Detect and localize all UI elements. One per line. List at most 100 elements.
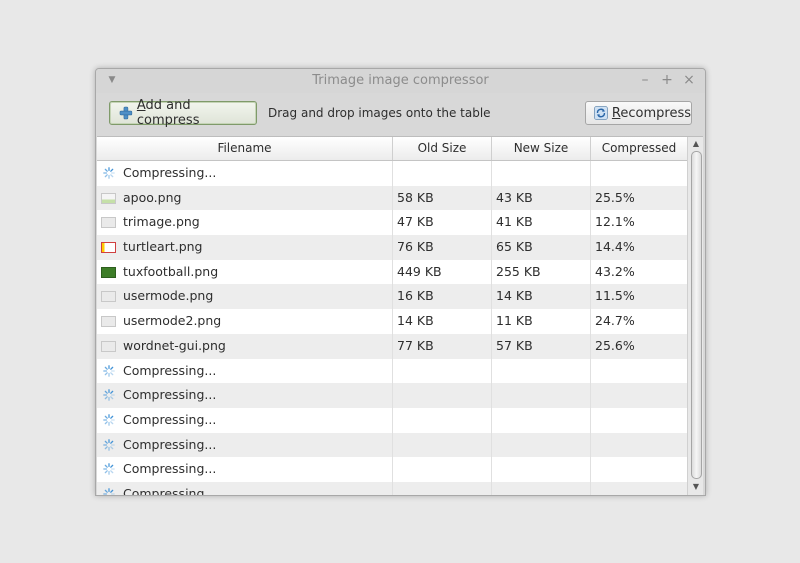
- filename-text: Compressing...: [123, 411, 217, 427]
- spinner-icon: [103, 389, 115, 402]
- image-thumbnail-icon: [101, 266, 116, 278]
- cell-filename: turtleart.png: [97, 235, 393, 260]
- cell-compressed: 25.5%: [595, 189, 635, 205]
- table-row[interactable]: Compressing...: [97, 432, 687, 458]
- filename-text: usermode2.png: [123, 313, 222, 329]
- column-header-compressed[interactable]: Compressed: [591, 137, 687, 160]
- cell-old-size: [393, 383, 492, 408]
- recompress-button-label: Recompress: [611, 105, 691, 121]
- filename-text: tuxfootball.png: [123, 263, 219, 279]
- image-thumbnail-icon: [101, 340, 116, 352]
- table-row[interactable]: trimage.png 47 KB 41 KB 12.1%: [97, 210, 687, 236]
- cell-filename: apoo.png: [97, 185, 393, 211]
- cell-old-size: [393, 432, 492, 458]
- table-row[interactable]: Compressing...: [97, 481, 687, 495]
- table-row[interactable]: wordnet-gui.png 77 KB 57 KB 25.6%: [97, 333, 687, 359]
- scroll-up-icon[interactable]: ▲: [688, 137, 703, 151]
- scrollbar-thumb[interactable]: [691, 151, 702, 479]
- close-icon[interactable]: ×: [681, 72, 697, 88]
- cell-compressed: 25.6%: [595, 337, 635, 353]
- cell-compressed: 11.5%: [595, 288, 635, 304]
- cell-filename: Compressing...: [97, 161, 393, 186]
- scroll-down-icon[interactable]: ▼: [688, 480, 703, 494]
- cell-filename: trimage.png: [97, 210, 393, 236]
- cell-old-size: [393, 481, 492, 495]
- maximize-icon[interactable]: +: [659, 72, 675, 88]
- cell-new-size: [492, 432, 591, 458]
- image-thumbnail-icon: [101, 217, 116, 229]
- cell-new-size: 65 KB: [492, 235, 591, 260]
- cell-filename: Compressing...: [97, 457, 393, 482]
- cell-filename: Compressing...: [97, 481, 393, 495]
- cell-new-size: 11 KB: [492, 309, 591, 334]
- recompress-button[interactable]: Recompress: [585, 101, 692, 125]
- spinner-icon: [103, 414, 115, 426]
- cell-old-size: [393, 457, 492, 482]
- cell-old-size: 449 KB: [393, 259, 492, 285]
- cell-compressed: 24.7%: [595, 313, 635, 329]
- filename-text: turtleart.png: [123, 239, 203, 255]
- table-row[interactable]: apoo.png 58 KB 43 KB 25.5%: [97, 185, 687, 211]
- cell-new-size: [492, 358, 591, 384]
- table-row[interactable]: usermode.png 16 KB 14 KB 11.5%: [97, 284, 687, 310]
- cell-filename: wordnet-gui.png: [97, 333, 393, 359]
- cell-filename: usermode2.png: [97, 309, 393, 334]
- cell-old-size: 14 KB: [393, 309, 492, 334]
- column-header-new-size[interactable]: New Size: [492, 137, 591, 160]
- filename-text: wordnet-gui.png: [123, 337, 226, 353]
- filename-text: trimage.png: [123, 214, 200, 230]
- cell-filename: Compressing...: [97, 407, 393, 433]
- filename-text: usermode.png: [123, 288, 214, 304]
- app-window: ▼ Trimage image compressor – + × Add and…: [95, 68, 706, 496]
- cell-new-size: [492, 161, 591, 186]
- cell-compressed: 14.4%: [595, 239, 635, 255]
- spinner-icon: [103, 364, 115, 377]
- minimize-icon[interactable]: –: [637, 72, 653, 88]
- table-row[interactable]: Compressing...: [97, 457, 687, 482]
- table-row[interactable]: Compressing...: [97, 358, 687, 384]
- cell-compressed: 43.2%: [595, 263, 635, 279]
- cell-new-size: 255 KB: [492, 259, 591, 285]
- cell-filename: usermode.png: [97, 284, 393, 310]
- table-row[interactable]: Compressing...: [97, 383, 687, 408]
- cell-old-size: 76 KB: [393, 235, 492, 260]
- cell-new-size: [492, 481, 591, 495]
- cell-new-size: [492, 383, 591, 408]
- filename-text: apoo.png: [123, 189, 182, 205]
- table-row[interactable]: turtleart.png 76 KB 65 KB 14.4%: [97, 235, 687, 260]
- filename-text: Compressing...: [123, 436, 217, 452]
- table-row[interactable]: Compressing...: [97, 407, 687, 433]
- cell-compressed: [591, 359, 687, 384]
- cell-filename: Compressing...: [97, 432, 393, 458]
- drag-drop-hint: Drag and drop images onto the table: [268, 106, 491, 120]
- image-table[interactable]: Filename Old Size New Size Compressed Co…: [97, 136, 703, 495]
- column-header-old-size[interactable]: Old Size: [393, 137, 492, 160]
- add-button-label: Add and compress: [136, 98, 200, 128]
- cell-old-size: [393, 161, 492, 186]
- add-and-compress-button[interactable]: Add and compress: [109, 98, 257, 128]
- cell-filename: Compressing...: [97, 383, 393, 408]
- table-row[interactable]: Compressing...: [97, 161, 687, 186]
- image-thumbnail-icon: [101, 316, 116, 328]
- cell-new-size: 14 KB: [492, 284, 591, 310]
- title-bar: ▼ Trimage image compressor – + ×: [96, 69, 705, 93]
- cell-filename: Compressing...: [97, 358, 393, 384]
- cell-filename: tuxfootball.png: [97, 259, 393, 285]
- cell-compressed: [591, 482, 687, 495]
- spinner-icon: [103, 438, 115, 451]
- cell-new-size: 57 KB: [492, 333, 591, 359]
- cell-old-size: 77 KB: [393, 333, 492, 359]
- window-title: Trimage image compressor: [312, 73, 489, 88]
- cell-old-size: 47 KB: [393, 210, 492, 236]
- spinner-icon: [103, 488, 115, 495]
- filename-text: Compressing...: [123, 387, 217, 403]
- table-row[interactable]: tuxfootball.png 449 KB 255 KB 43.2%: [97, 259, 687, 285]
- cell-compressed: [591, 161, 687, 186]
- column-header-filename[interactable]: Filename: [97, 137, 393, 160]
- cell-new-size: [492, 457, 591, 482]
- vertical-scrollbar[interactable]: ▲ ▼: [687, 137, 703, 495]
- table-row[interactable]: usermode2.png 14 KB 11 KB 24.7%: [97, 309, 687, 334]
- table-body: Compressing... apoo.png 58 KB 43 KB 25.5% tri…: [97, 161, 687, 495]
- image-thumbnail-icon: [101, 291, 116, 303]
- cell-old-size: [393, 358, 492, 384]
